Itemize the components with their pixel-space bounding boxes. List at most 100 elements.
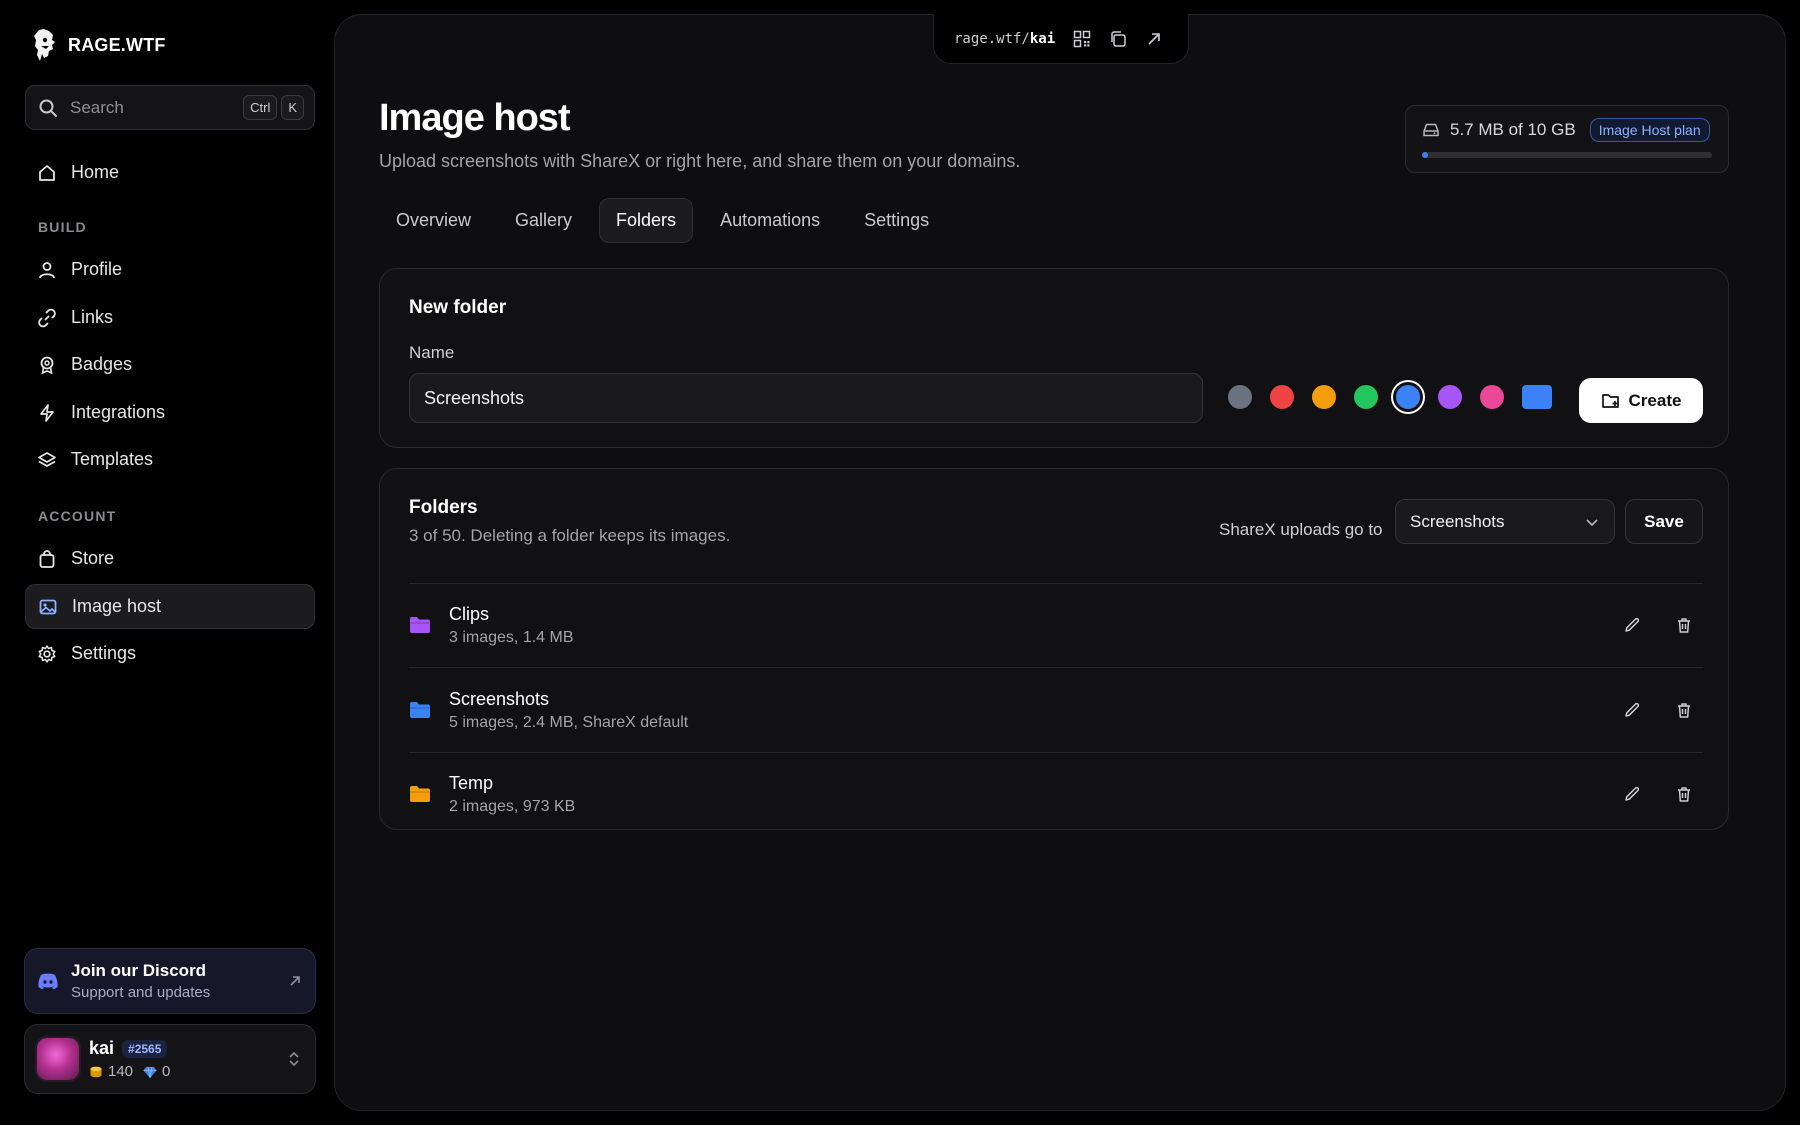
nav-section-build: BUILD — [38, 219, 87, 235]
save-button[interactable]: Save — [1625, 499, 1703, 544]
shortcut-key-ctrl: Ctrl — [243, 95, 278, 120]
folder-name: Temp — [449, 772, 494, 793]
sharex-folder-value: Screenshots — [1410, 511, 1505, 531]
name-label: Name — [409, 343, 455, 362]
storage-progress-fill — [1422, 152, 1429, 158]
nav-item-home[interactable]: Home — [25, 150, 315, 195]
new-folder-title: New folder — [409, 297, 507, 318]
nav-section-account: ACCOUNT — [38, 508, 117, 524]
storage-usage: 5.7 MB of 10 GB Image Host plan — [1405, 105, 1729, 173]
home-icon — [37, 163, 57, 183]
nav-item-label: Templates — [71, 449, 154, 469]
tab-bar: Overview Gallery Folders Automations Set… — [379, 198, 946, 243]
qr-code-icon[interactable] — [1073, 30, 1091, 48]
edit-icon[interactable] — [1623, 616, 1641, 634]
nav-item-store[interactable]: Store — [25, 536, 315, 581]
tab-overview[interactable]: Overview — [379, 198, 488, 243]
nav-item-label: Profile — [71, 259, 123, 279]
folder-name: Clips — [449, 603, 490, 624]
open-external-icon[interactable] — [1145, 30, 1163, 48]
folder-row[interactable]: Clips 3 images, 1.4 MB — [409, 583, 1703, 667]
folder-row[interactable]: Temp 2 images, 973 KB — [409, 752, 1703, 836]
edit-icon[interactable] — [1623, 701, 1641, 719]
username: kai — [89, 1038, 115, 1058]
brand[interactable]: RAGE.WTF — [32, 28, 166, 62]
profile-url-bar: rage.wtf/kai — [933, 14, 1189, 64]
folder-row[interactable]: Screenshots 5 images, 2.4 MB, ShareX defa… — [409, 668, 1703, 752]
folder-plus-icon — [1601, 392, 1621, 410]
color-swatch[interactable] — [1228, 385, 1252, 409]
sharex-label: ShareX uploads go to — [1219, 520, 1383, 539]
new-folder-card: New folder Name Screenshots Create — [379, 268, 1729, 448]
nav-item-label: Store — [71, 548, 115, 568]
folder-meta: 3 images, 1.4 MB — [449, 628, 574, 646]
link-icon — [37, 308, 57, 328]
folder-meta: 5 images, 2.4 MB, ShareX default — [449, 713, 689, 731]
sharex-folder-select[interactable]: Screenshots — [1395, 499, 1615, 544]
nav-item-label: Links — [71, 307, 114, 327]
color-swatch[interactable] — [1480, 385, 1504, 409]
nav-item-label: Badges — [71, 354, 133, 374]
nav-item-links[interactable]: Links — [25, 295, 315, 340]
hard-drive-icon — [1422, 121, 1440, 139]
search-input[interactable]: Search Ctrl K — [25, 85, 315, 130]
nav-item-integrations[interactable]: Integrations — [25, 390, 315, 435]
external-link-icon — [287, 973, 303, 989]
trash-icon[interactable] — [1675, 616, 1693, 634]
discord-icon — [37, 972, 59, 990]
plan-badge[interactable]: Image Host plan — [1589, 118, 1710, 142]
profile-url[interactable]: rage.wtf/kai — [954, 31, 1055, 47]
folders-subtitle: 3 of 50. Deleting a folder keeps its ima… — [409, 526, 731, 545]
user-menu[interactable]: kai #2565 140 0 — [24, 1024, 316, 1094]
color-swatch[interactable] — [1396, 385, 1420, 409]
brand-name: RAGE.WTF — [68, 34, 166, 55]
gem-icon — [143, 1065, 157, 1079]
discord-title: Join our Discord — [71, 961, 207, 980]
search-icon — [38, 98, 58, 118]
nav-item-label: Integrations — [71, 402, 166, 422]
trash-icon[interactable] — [1675, 785, 1693, 803]
logo-icon — [32, 28, 58, 62]
chevron-up-down-icon — [287, 1049, 301, 1069]
storage-used-text: 5.7 MB of 10 GB — [1450, 120, 1576, 139]
tab-folders[interactable]: Folders — [599, 198, 694, 243]
color-swatch[interactable] — [1438, 385, 1462, 409]
folder-icon — [409, 700, 433, 720]
nav-item-badges[interactable]: Badges — [25, 342, 315, 387]
color-picker — [1228, 385, 1552, 409]
shortcut-key-k: K — [281, 95, 304, 120]
folder-meta: 2 images, 973 KB — [449, 797, 576, 815]
image-icon — [38, 597, 58, 617]
trash-icon[interactable] — [1675, 701, 1693, 719]
url-prefix: rage.wtf/ — [954, 30, 1030, 47]
coin-icon — [89, 1065, 103, 1079]
color-swatch[interactable] — [1312, 385, 1336, 409]
nav-item-label: Settings — [71, 643, 137, 663]
tab-gallery[interactable]: Gallery — [498, 198, 589, 243]
layers-icon — [37, 450, 57, 470]
user-icon — [37, 260, 57, 280]
nav-item-image-host[interactable]: Image host — [25, 584, 315, 629]
gear-icon — [37, 644, 57, 664]
avatar — [37, 1038, 79, 1080]
discord-banner[interactable]: Join our Discord Support and updates — [24, 948, 316, 1014]
color-swatch[interactable] — [1354, 385, 1378, 409]
tab-automations[interactable]: Automations — [703, 198, 837, 243]
copy-icon[interactable] — [1109, 30, 1127, 48]
chevron-down-icon — [1584, 514, 1600, 530]
badge-icon — [37, 355, 57, 375]
folder-name-input[interactable]: Screenshots — [409, 373, 1203, 423]
edit-icon[interactable] — [1623, 785, 1641, 803]
page-subtitle: Upload screenshots with ShareX or right … — [379, 151, 1021, 171]
custom-color-swatch[interactable] — [1522, 385, 1552, 409]
nav-item-profile[interactable]: Profile — [25, 247, 315, 292]
create-button[interactable]: Create — [1579, 378, 1703, 423]
nav-item-label: Home — [71, 162, 120, 182]
nav-item-templates[interactable]: Templates — [25, 437, 315, 482]
tab-settings[interactable]: Settings — [847, 198, 946, 243]
nav-item-settings[interactable]: Settings — [25, 631, 315, 676]
color-swatch[interactable] — [1270, 385, 1294, 409]
folder-icon — [409, 615, 433, 635]
user-tag: #2565 — [122, 1039, 168, 1058]
folders-card: Folders 3 of 50. Deleting a folder keeps… — [379, 468, 1729, 830]
